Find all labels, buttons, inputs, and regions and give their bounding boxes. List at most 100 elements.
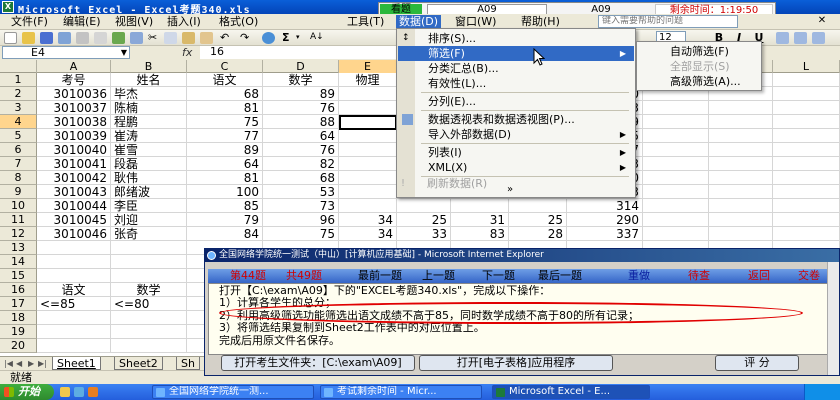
cell[interactable] xyxy=(643,171,709,184)
cell[interactable] xyxy=(643,101,709,114)
grade-button[interactable]: 评 分 xyxy=(715,355,799,371)
help-search-input[interactable]: 键入需要帮助的问题 xyxy=(598,15,738,28)
column-header[interactable]: D xyxy=(263,60,339,73)
submenu-item-advanced-filter[interactable]: 高级筛选(A)... xyxy=(638,74,760,89)
paste-icon[interactable] xyxy=(182,32,195,44)
row-header[interactable]: 2 xyxy=(0,87,37,101)
quick-launch-desktop-icon[interactable] xyxy=(74,387,84,397)
cell[interactable]: 100 xyxy=(187,185,263,198)
name-box[interactable]: E4 ▼ xyxy=(2,46,130,59)
cell[interactable]: 82 xyxy=(263,157,339,170)
cell[interactable]: 李臣 xyxy=(111,199,187,212)
undo-icon[interactable]: ↶ xyxy=(220,31,229,44)
cell[interactable]: 毕杰 xyxy=(111,87,187,100)
save-icon[interactable] xyxy=(40,32,53,44)
cell[interactable]: 3010045 xyxy=(37,213,111,226)
cell[interactable] xyxy=(339,101,397,114)
cell[interactable]: 崔雪 xyxy=(111,143,187,156)
print-preview-icon[interactable] xyxy=(94,32,107,44)
criteria-value-cell[interactable]: <=85 xyxy=(37,297,111,310)
cell[interactable] xyxy=(111,255,187,268)
print-icon[interactable] xyxy=(76,32,89,44)
quick-launch-ie-icon[interactable] xyxy=(60,387,70,397)
menu-item-sort[interactable]: ↕ 排序(S)... xyxy=(398,31,634,46)
cell[interactable]: 段磊 xyxy=(111,157,187,170)
menu-item-xml[interactable]: XML(X) ▶ xyxy=(398,160,634,175)
cell[interactable]: 程鹏 xyxy=(111,115,187,128)
column-title-cell[interactable]: 考号 xyxy=(37,73,111,86)
row-header[interactable]: 8 xyxy=(0,171,37,185)
cell[interactable]: 3010042 xyxy=(37,171,111,184)
redo-button[interactable]: 重做 xyxy=(628,269,650,283)
column-header[interactable]: B xyxy=(111,60,187,73)
column-header[interactable]: L xyxy=(773,60,840,73)
row-header[interactable]: 19 xyxy=(0,325,37,339)
cell[interactable] xyxy=(339,157,397,170)
back-button[interactable]: 返回 xyxy=(748,269,770,283)
cell[interactable] xyxy=(643,115,709,128)
cell[interactable]: 3010043 xyxy=(37,185,111,198)
cell[interactable]: 3010039 xyxy=(37,129,111,142)
cell[interactable] xyxy=(773,143,840,156)
cut-icon[interactable]: ✂ xyxy=(148,31,157,44)
prev-question-button[interactable]: 上一题 xyxy=(422,269,455,283)
cell[interactable] xyxy=(773,73,840,86)
row-header[interactable]: 18 xyxy=(0,311,37,325)
cell[interactable] xyxy=(709,171,773,184)
mark-pending-button[interactable]: 待查 xyxy=(688,269,710,283)
cell[interactable]: 68 xyxy=(187,87,263,100)
cell[interactable]: 76 xyxy=(263,143,339,156)
row-header[interactable]: 17 xyxy=(0,297,37,311)
cell[interactable] xyxy=(111,325,187,338)
cell[interactable]: 68 xyxy=(263,171,339,184)
row-header[interactable]: 5 xyxy=(0,129,37,143)
cell[interactable]: 79 xyxy=(187,213,263,226)
cell[interactable]: 3010037 xyxy=(37,101,111,114)
research-icon[interactable] xyxy=(130,32,143,44)
row-header[interactable]: 6 xyxy=(0,143,37,157)
taskbar-exam-window[interactable]: 全国网络学院统一测... xyxy=(152,385,314,399)
cell[interactable]: 3010041 xyxy=(37,157,111,170)
cell[interactable] xyxy=(643,185,709,198)
copy-icon[interactable] xyxy=(164,32,177,44)
cell[interactable] xyxy=(773,171,840,184)
cell[interactable] xyxy=(37,339,111,352)
cell[interactable]: 64 xyxy=(187,157,263,170)
cell[interactable]: 耿伟 xyxy=(111,171,187,184)
submenu-item-autofilter[interactable]: 自动筛选(F) xyxy=(638,44,760,59)
menu-tools[interactable]: 工具(T) xyxy=(344,15,387,29)
menu-help[interactable]: 帮助(H) xyxy=(518,15,563,29)
column-title-cell[interactable]: 语文 xyxy=(187,73,263,86)
cell[interactable] xyxy=(709,185,773,198)
menu-item-list[interactable]: 列表(I) ▶ xyxy=(398,145,634,160)
criteria-header-cell[interactable]: 数学 xyxy=(111,283,187,296)
column-header[interactable]: C xyxy=(187,60,263,73)
menu-item-filter[interactable]: 筛选(F) ▶ xyxy=(398,46,634,61)
column-title-cell[interactable]: 数学 xyxy=(263,73,339,86)
cell[interactable] xyxy=(643,199,709,212)
cell[interactable]: 84 xyxy=(187,227,263,240)
autosum-dropdown-icon[interactable]: ▾ xyxy=(296,31,300,44)
last-question-button[interactable]: 最后一题 xyxy=(538,269,582,283)
cell[interactable]: 34 xyxy=(339,213,397,226)
cell[interactable] xyxy=(773,101,840,114)
sheet-tab-sheet2[interactable]: Sheet2 xyxy=(114,357,163,370)
last-sheet-icon[interactable]: ▶| xyxy=(38,358,47,370)
cell[interactable]: 3010046 xyxy=(37,227,111,240)
cell[interactable] xyxy=(397,199,451,212)
column-header-selected[interactable]: E xyxy=(339,60,397,73)
menu-edit[interactable]: 编辑(E) xyxy=(60,15,104,29)
cell[interactable]: 25 xyxy=(397,213,451,226)
cell[interactable]: 崔涛 xyxy=(111,129,187,142)
row-header[interactable]: 1 xyxy=(0,73,37,87)
active-cell-outline[interactable] xyxy=(339,115,397,130)
sort-ascending-icon[interactable]: A↓ xyxy=(310,31,324,44)
cell[interactable]: 89 xyxy=(263,87,339,100)
cell[interactable] xyxy=(339,129,397,142)
row-header[interactable]: 12 xyxy=(0,227,37,241)
autosum-icon[interactable]: Σ xyxy=(282,31,290,44)
chevron-down-icon[interactable]: ▼ xyxy=(121,47,127,58)
cell[interactable] xyxy=(339,143,397,156)
cell[interactable]: 73 xyxy=(263,199,339,212)
new-file-icon[interactable] xyxy=(4,32,17,44)
